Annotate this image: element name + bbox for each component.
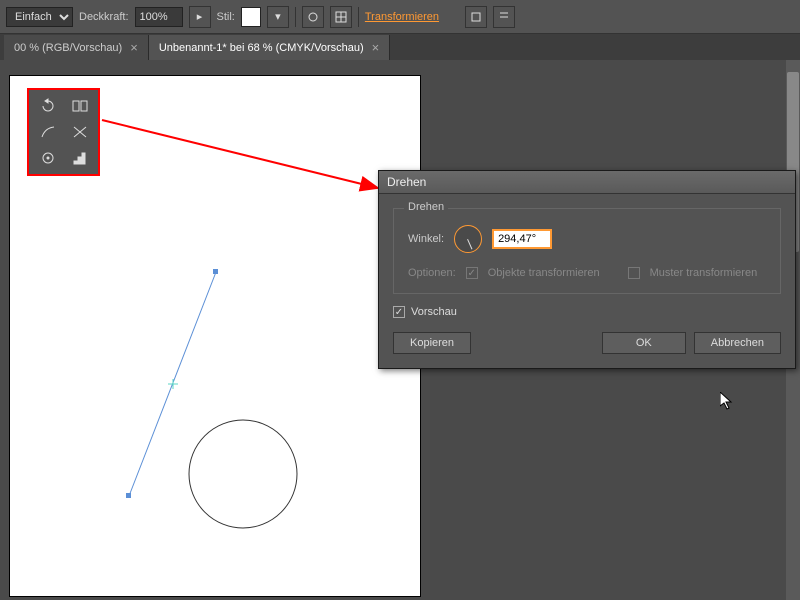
free-transform-icon[interactable] bbox=[65, 146, 95, 170]
preview-checkbox[interactable] bbox=[393, 306, 405, 318]
stil-label: Stil: bbox=[217, 11, 235, 23]
grid-icon[interactable] bbox=[330, 6, 352, 28]
close-icon[interactable]: × bbox=[130, 40, 138, 55]
align-icon[interactable] bbox=[493, 6, 515, 28]
rotate-icon[interactable] bbox=[33, 94, 63, 118]
tab-label: 00 % (RGB/Vorschau) bbox=[14, 42, 122, 54]
tab-rgb[interactable]: 00 % (RGB/Vorschau) × bbox=[4, 35, 149, 60]
opacity-label: Deckkraft: bbox=[79, 11, 129, 23]
center-marker bbox=[168, 379, 178, 389]
angle-input[interactable] bbox=[492, 229, 552, 249]
fieldset-legend: Drehen bbox=[404, 201, 448, 213]
style-dropdown-icon[interactable]: ▾ bbox=[267, 6, 289, 28]
options-label: Optionen: bbox=[408, 267, 456, 279]
rotate-fieldset: Drehen Winkel: Optionen: Objekte transfo… bbox=[393, 208, 781, 294]
preview-label: Vorschau bbox=[411, 306, 457, 318]
objects-checkbox bbox=[466, 267, 478, 279]
scale-icon[interactable] bbox=[33, 120, 63, 144]
dialog-title[interactable]: Drehen bbox=[379, 171, 795, 194]
line-handle-top[interactable] bbox=[213, 269, 218, 274]
line-handle-bottom[interactable] bbox=[126, 493, 131, 498]
transform-link[interactable]: Transformieren bbox=[365, 11, 439, 23]
rotate-dialog: Drehen Drehen Winkel: Optionen: Objekte … bbox=[378, 170, 796, 369]
patterns-label: Muster transformieren bbox=[650, 267, 758, 279]
copy-button[interactable]: Kopieren bbox=[393, 332, 471, 354]
style-swatch[interactable] bbox=[241, 7, 261, 27]
canvas-circle[interactable] bbox=[189, 420, 297, 528]
top-toolbar: Einfach Deckkraft: ▸ Stil: ▾ Transformie… bbox=[0, 0, 800, 34]
style-select[interactable]: Einfach bbox=[6, 7, 73, 27]
ok-button[interactable]: OK bbox=[602, 332, 686, 354]
angle-dial[interactable] bbox=[454, 225, 482, 253]
sun-icon[interactable] bbox=[302, 6, 324, 28]
patterns-checkbox bbox=[628, 267, 640, 279]
cancel-button[interactable]: Abbrechen bbox=[694, 332, 781, 354]
crop-icon[interactable] bbox=[465, 6, 487, 28]
opacity-dropdown-icon[interactable]: ▸ bbox=[189, 6, 211, 28]
document-tabs: 00 % (RGB/Vorschau) × Unbenannt-1* bei 68… bbox=[0, 34, 800, 60]
objects-label: Objekte transformieren bbox=[488, 267, 600, 279]
close-icon[interactable]: × bbox=[372, 40, 380, 55]
reshape-icon[interactable] bbox=[33, 146, 63, 170]
reflect-icon[interactable] bbox=[65, 94, 95, 118]
tab-label: Unbenannt-1* bei 68 % (CMYK/Vorschau) bbox=[159, 42, 364, 54]
shear-icon[interactable] bbox=[65, 120, 95, 144]
angle-label: Winkel: bbox=[408, 233, 444, 245]
opacity-input[interactable] bbox=[135, 7, 183, 27]
tab-cmyk[interactable]: Unbenannt-1* bei 68 % (CMYK/Vorschau) × bbox=[149, 35, 390, 60]
transform-tool-panel bbox=[27, 88, 100, 176]
